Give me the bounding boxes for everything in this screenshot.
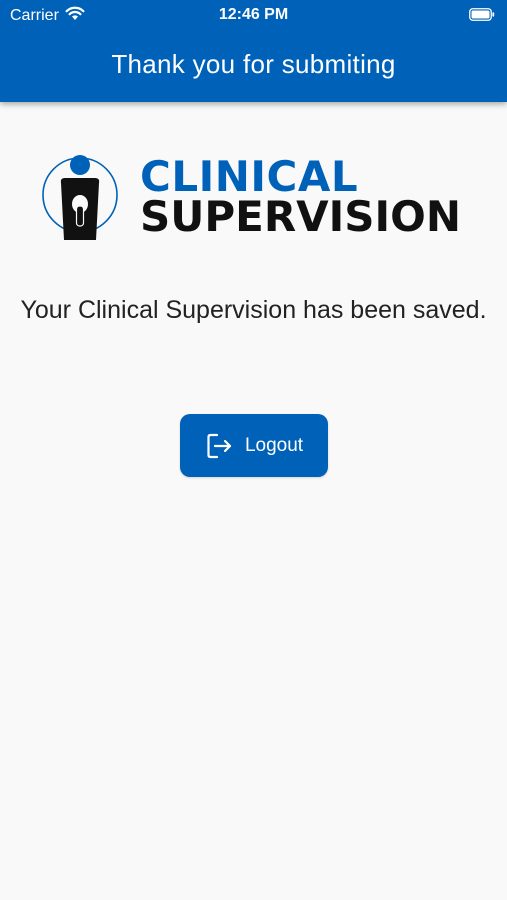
confirmation-message: Your Clinical Supervision has been saved… <box>20 296 487 324</box>
logo-text-supervision: SUPERVISION <box>140 192 462 241</box>
logout-label: Logout <box>244 434 304 456</box>
logo-person-icon <box>40 152 122 244</box>
logout-button[interactable]: Logout <box>180 414 328 477</box>
status-time: 12:46 PM <box>218 6 289 23</box>
battery-icon <box>469 8 495 21</box>
status-bar: Carrier 12:46 PM <box>0 0 507 30</box>
top-bar: Carrier 12:46 PM Thank you for submiting <box>0 0 507 102</box>
clinical-supervision-logo: CLINICAL SUPERVISION <box>40 152 470 244</box>
page-title: Thank you for submiting <box>111 49 396 79</box>
logout-icon <box>205 432 233 460</box>
